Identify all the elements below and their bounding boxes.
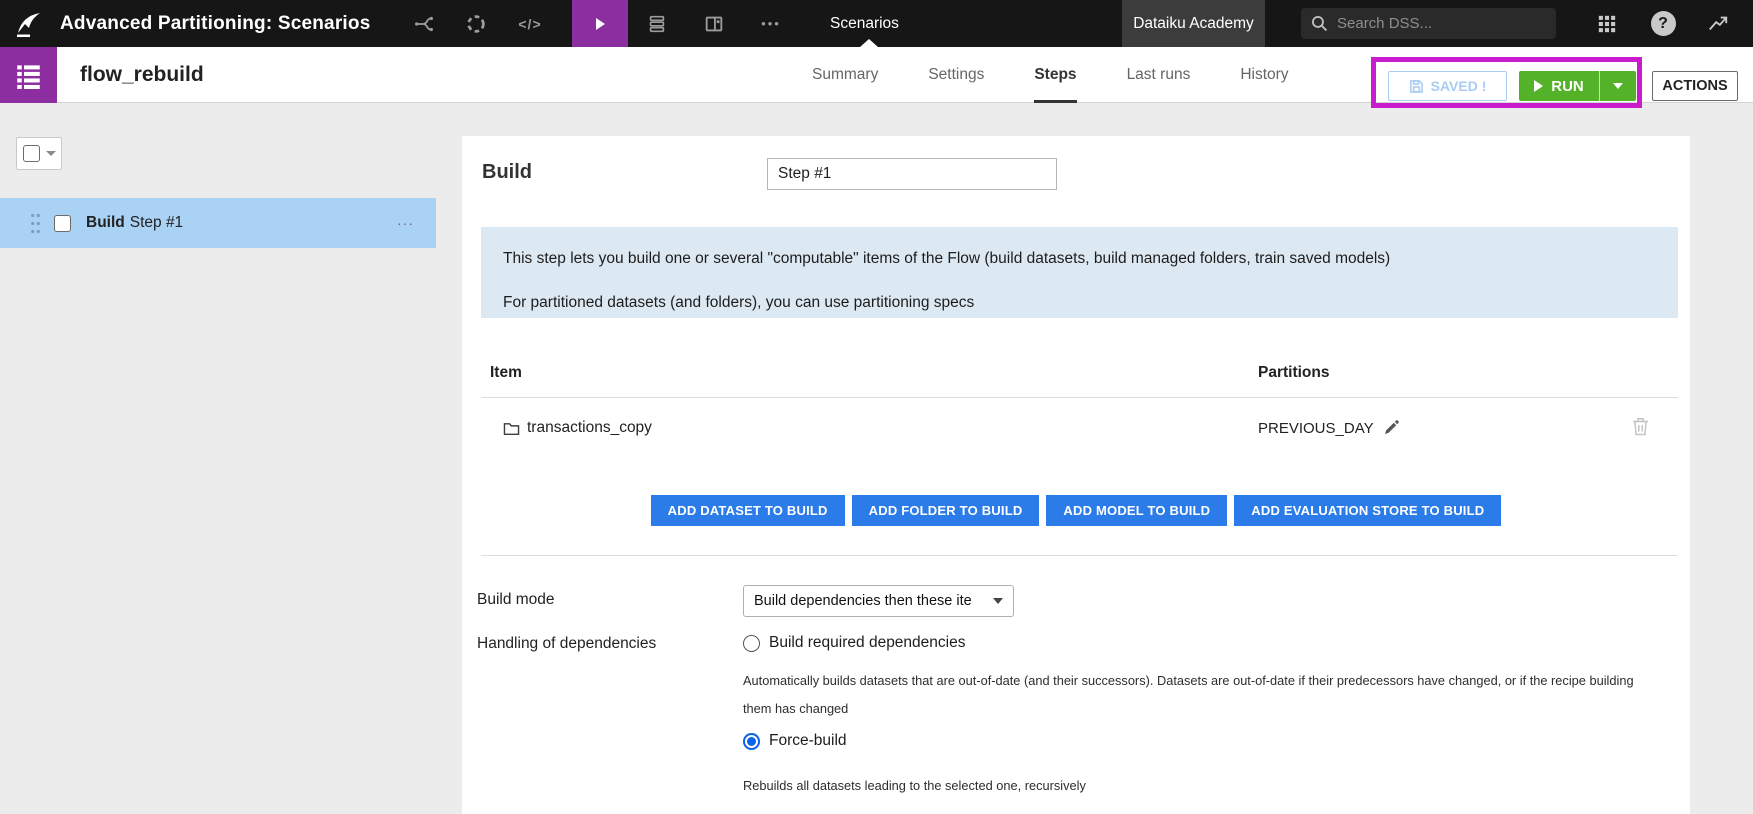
search-input[interactable] bbox=[1337, 15, 1537, 32]
lab-icon[interactable] bbox=[450, 0, 502, 47]
section-divider bbox=[481, 555, 1678, 556]
project-title: Advanced Partitioning: Scenarios bbox=[60, 12, 371, 34]
chevron-down-icon bbox=[1613, 83, 1623, 89]
jobs-icon[interactable] bbox=[628, 0, 686, 47]
add-dataset-to-build-button[interactable]: ADD DATASET TO BUILD bbox=[650, 495, 845, 526]
chevron-down-icon bbox=[45, 151, 56, 156]
scenario-header: flow_rebuild Summary Settings Steps Last… bbox=[0, 47, 1753, 103]
step-info-box: This step lets you build one or several … bbox=[481, 227, 1678, 318]
tab-settings[interactable]: Settings bbox=[928, 47, 984, 103]
scenarios-section-icon[interactable] bbox=[572, 0, 628, 47]
step-settings-panel: Build This step lets you build one or se… bbox=[462, 136, 1690, 814]
radio-option-build-required-dependencies[interactable]: Build required dependencies bbox=[743, 634, 965, 652]
folder-icon bbox=[503, 422, 520, 435]
item-cell: transactions_copy bbox=[503, 413, 652, 443]
item-name[interactable]: transactions_copy bbox=[527, 419, 652, 437]
add-evaluation-store-to-build-button[interactable]: ADD EVALUATION STORE TO BUILD bbox=[1234, 495, 1502, 526]
tab-history[interactable]: History bbox=[1240, 47, 1288, 103]
option-help-text: Automatically builds datasets that are o… bbox=[743, 673, 1634, 716]
scenario-steps-icon[interactable] bbox=[0, 47, 57, 103]
actions-button[interactable]: ACTIONS bbox=[1652, 71, 1738, 101]
table-row: transactions_copy PREVIOUS_DAY bbox=[462, 413, 1690, 443]
code-icon[interactable]: </> bbox=[502, 0, 558, 47]
step-checkbox[interactable] bbox=[54, 214, 71, 232]
build-mode-label: Build mode bbox=[477, 591, 555, 608]
trend-monitoring-icon[interactable] bbox=[1702, 0, 1734, 47]
top-navbar: Advanced Partitioning: Scenarios </> •••… bbox=[0, 0, 1753, 47]
radio-option-force-build[interactable]: Force-build bbox=[743, 732, 847, 750]
more-icon[interactable]: ••• bbox=[742, 0, 800, 47]
build-mode-value: Build dependencies then these ite bbox=[754, 593, 972, 609]
navbar-icon-group: </> ••• bbox=[398, 0, 800, 47]
active-section-caret bbox=[860, 39, 878, 47]
step-name-input[interactable] bbox=[767, 158, 1057, 190]
column-header-item: Item bbox=[490, 364, 522, 381]
handling-of-dependencies-label: Handling of dependencies bbox=[477, 635, 657, 652]
run-options-caret[interactable] bbox=[1600, 71, 1636, 101]
select-all-checkbox[interactable] bbox=[22, 145, 40, 162]
radio-unselected-icon[interactable] bbox=[743, 634, 760, 652]
info-line: This step lets you build one or several … bbox=[503, 250, 1391, 267]
tab-summary[interactable]: Summary bbox=[812, 47, 878, 103]
step-list-item-build-step-1[interactable]: Build Step #1 ··· bbox=[0, 198, 436, 248]
add-buttons-row: ADD DATASET TO BUILD ADD FOLDER TO BUILD… bbox=[462, 495, 1690, 526]
add-model-to-build-button[interactable]: ADD MODEL TO BUILD bbox=[1046, 495, 1228, 526]
tab-last-runs[interactable]: Last runs bbox=[1127, 47, 1191, 103]
search-icon bbox=[1312, 16, 1328, 32]
step-type-title: Build bbox=[482, 161, 532, 183]
save-icon bbox=[1409, 79, 1423, 93]
add-folder-to-build-button[interactable]: ADD FOLDER TO BUILD bbox=[851, 495, 1040, 526]
play-icon bbox=[1534, 80, 1544, 92]
tab-steps[interactable]: Steps bbox=[1034, 47, 1077, 103]
edit-pencil-icon[interactable] bbox=[1383, 420, 1399, 436]
help-icon[interactable]: ? bbox=[1647, 0, 1679, 47]
drag-handle-icon[interactable] bbox=[30, 212, 41, 235]
radio-selected-icon[interactable] bbox=[743, 732, 760, 750]
trash-icon[interactable] bbox=[1632, 417, 1649, 436]
option-help-text: Rebuilds all datasets leading to the sel… bbox=[743, 778, 1086, 793]
chevron-down-icon bbox=[993, 598, 1003, 604]
partitions-cell: PREVIOUS_DAY bbox=[1258, 413, 1399, 443]
column-header-partitions: Partitions bbox=[1258, 364, 1330, 381]
partitions-value: PREVIOUS_DAY bbox=[1258, 419, 1374, 437]
apps-grid-icon[interactable] bbox=[1591, 0, 1623, 47]
dataiku-logo-icon[interactable] bbox=[12, 8, 44, 40]
flow-icon[interactable] bbox=[398, 0, 450, 47]
dataiku-academy-button[interactable]: Dataiku Academy bbox=[1122, 0, 1265, 47]
build-mode-select[interactable]: Build dependencies then these ite bbox=[743, 585, 1014, 617]
info-line: For partitioned datasets (and folders), … bbox=[503, 294, 975, 311]
run-split-button: RUN bbox=[1519, 71, 1636, 101]
select-all-steps-control[interactable] bbox=[16, 137, 62, 170]
page-title: flow_rebuild bbox=[80, 63, 204, 86]
table-divider bbox=[481, 397, 1678, 398]
scenario-tabs: Summary Settings Steps Last runs History bbox=[812, 47, 1289, 103]
saved-button[interactable]: SAVED ! bbox=[1388, 71, 1507, 101]
step-item-label: Build Step #1 bbox=[86, 214, 184, 231]
search-box[interactable] bbox=[1301, 8, 1556, 39]
dashboard-icon[interactable] bbox=[686, 0, 742, 47]
run-button[interactable]: RUN bbox=[1519, 71, 1600, 101]
step-more-menu[interactable]: ··· bbox=[397, 215, 414, 231]
